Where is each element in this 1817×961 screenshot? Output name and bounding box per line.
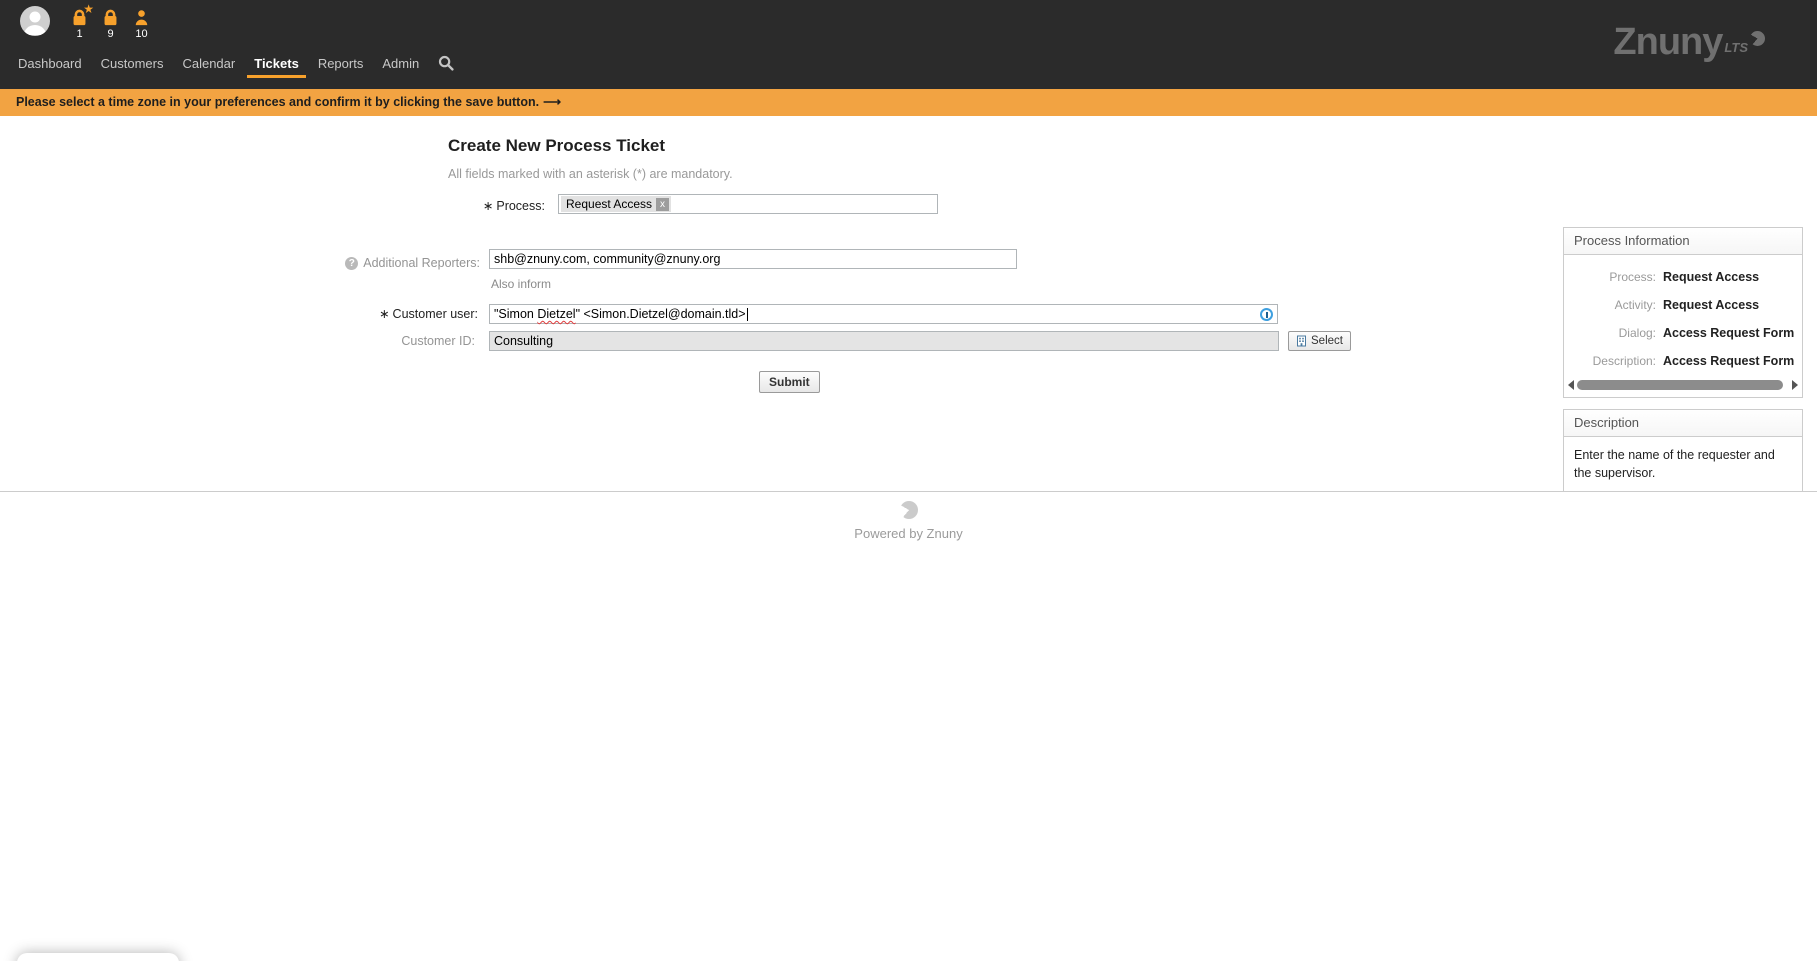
- building-icon: [1296, 335, 1307, 347]
- person-icon: [23, 9, 47, 35]
- info-row-activity: Activity: Request Access: [1564, 291, 1802, 319]
- additional-reporters-input[interactable]: shb@znuny.com, community@znuny.org: [489, 249, 1017, 269]
- watched-tickets-badge[interactable]: 9: [97, 9, 124, 40]
- scrollbar-thumb[interactable]: [1577, 380, 1783, 390]
- badge-count: 9: [107, 28, 113, 40]
- info-row-label: Dialog:: [1564, 326, 1663, 340]
- nav-calendar[interactable]: Calendar: [182, 48, 235, 78]
- description-widget: Description Enter the name of the reques…: [1563, 409, 1803, 492]
- znuny-pacman-icon: [900, 501, 918, 519]
- search-icon: [438, 55, 454, 71]
- customer-id-input: Consulting: [489, 331, 1279, 351]
- footer: Powered by Znuny: [0, 497, 1817, 541]
- info-row-label: Activity:: [1564, 298, 1663, 312]
- right-arrow-icon: ⟶: [543, 95, 561, 109]
- process-information-widget: Process Information Process: Request Acc…: [1563, 227, 1803, 398]
- logo-lts-text: LTS: [1724, 40, 1748, 55]
- process-information-header[interactable]: Process Information: [1564, 228, 1802, 255]
- scrollbar-track[interactable]: [1577, 380, 1789, 390]
- process-label: ∗Process:: [380, 196, 545, 216]
- locked-tickets-badge[interactable]: ★ 1: [66, 9, 93, 40]
- horizontal-scrollbar[interactable]: [1564, 377, 1802, 397]
- person-icon: [133, 9, 150, 26]
- responsible-tickets-badge[interactable]: 10: [128, 9, 155, 40]
- additional-reporters-label-row: ? Additional Reporters:: [300, 253, 480, 273]
- info-row-process: Process: Request Access: [1564, 263, 1802, 291]
- additional-reporters-label: Additional Reporters:: [363, 253, 480, 273]
- top-navigation-bar: ★ 1 9 10: [0, 0, 1817, 89]
- info-row-label: Process:: [1564, 270, 1663, 284]
- znuny-logo: Znuny LTS: [1613, 26, 1765, 58]
- customer-id-value: Consulting: [494, 334, 553, 348]
- mandatory-fields-note: All fields marked with an asterisk (*) a…: [448, 167, 733, 181]
- info-row-label: Description:: [1564, 354, 1663, 368]
- main-navigation: Dashboard Customers Calendar Tickets Rep…: [18, 48, 454, 78]
- nav-tickets[interactable]: Tickets: [254, 48, 299, 78]
- nav-customers[interactable]: Customers: [101, 48, 164, 78]
- logo-brand-text: Znuny: [1613, 26, 1722, 58]
- badge-count: 1: [76, 28, 82, 40]
- star-icon: ★: [83, 3, 94, 15]
- help-icon[interactable]: ?: [345, 257, 358, 270]
- additional-reporters-value: shb@znuny.com, community@znuny.org: [494, 252, 720, 266]
- search-button[interactable]: [438, 48, 454, 78]
- customer-user-input[interactable]: "Simon Dietzel" <Simon.Dietzel@domain.tl…: [489, 304, 1278, 324]
- description-header[interactable]: Description: [1564, 410, 1802, 437]
- info-row-value: Request Access: [1663, 298, 1759, 312]
- nav-reports[interactable]: Reports: [318, 48, 364, 78]
- main-content: Create New Process Ticket All fields mar…: [0, 116, 1817, 492]
- info-row-value: Access Request Form: [1663, 354, 1794, 368]
- user-avatar[interactable]: [20, 6, 50, 36]
- description-body: Enter the name of the requester and the …: [1564, 437, 1802, 491]
- required-marker: ∗: [379, 307, 389, 321]
- notification-message: Please select a time zone in your prefer…: [16, 95, 539, 109]
- lock-icon: [102, 9, 119, 26]
- customer-user-details-icon[interactable]: [1260, 308, 1273, 321]
- powered-by-link[interactable]: Powered by Znuny: [0, 526, 1817, 541]
- nav-dashboard[interactable]: Dashboard: [18, 48, 82, 78]
- timezone-notification-bar[interactable]: Please select a time zone in your prefer…: [0, 89, 1817, 116]
- notification-badges: ★ 1 9 10: [66, 9, 155, 40]
- selected-process-name: Request Access: [566, 197, 652, 211]
- badge-count: 10: [135, 28, 147, 40]
- customer-user-value-open: "Simon: [494, 307, 537, 321]
- text-caret: [747, 308, 748, 321]
- bottom-left-popup[interactable]: [17, 953, 179, 961]
- info-row-value: Request Access: [1663, 270, 1759, 284]
- nav-admin[interactable]: Admin: [382, 48, 419, 78]
- customer-user-label-text: Customer user:: [393, 307, 478, 321]
- customer-user-label: ∗ Customer user:: [300, 304, 478, 324]
- submit-button[interactable]: Submit: [759, 371, 820, 393]
- customer-user-value-rest: " <Simon.Dietzel@domain.tld>: [576, 307, 746, 321]
- info-row-dialog: Dialog: Access Request Form: [1564, 319, 1802, 347]
- also-inform-hint: Also inform: [491, 277, 551, 291]
- scroll-left-arrow-icon[interactable]: [1568, 380, 1574, 390]
- pacman-icon: [1750, 31, 1765, 46]
- info-row-description: Description: Access Request Form: [1564, 347, 1802, 375]
- scroll-right-arrow-icon[interactable]: [1792, 380, 1798, 390]
- required-marker: ∗: [483, 199, 493, 213]
- customer-user-value-misspelled: Dietzel: [537, 307, 575, 321]
- customer-id-label: Customer ID:: [300, 331, 475, 351]
- selected-process-tag: Request Access x: [561, 196, 671, 212]
- select-button-label: Select: [1311, 335, 1343, 347]
- remove-process-icon[interactable]: x: [656, 198, 669, 211]
- process-select-input[interactable]: Request Access x: [558, 194, 938, 214]
- customer-id-select-button[interactable]: Select: [1288, 331, 1351, 351]
- sidebar: Process Information Process: Request Acc…: [1563, 227, 1803, 503]
- process-label-text: Process:: [496, 199, 545, 213]
- info-row-value: Access Request Form: [1663, 326, 1794, 340]
- page-title: Create New Process Ticket: [448, 136, 665, 156]
- znuny-agent-interface: ★ 1 9 10: [0, 0, 1817, 961]
- process-information-body: Process: Request Access Activity: Reques…: [1564, 255, 1802, 377]
